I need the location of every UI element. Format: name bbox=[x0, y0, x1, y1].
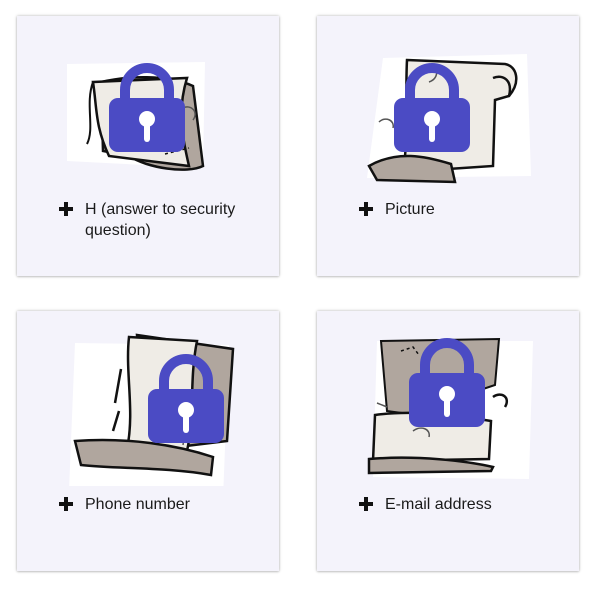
card-email-address[interactable]: E-mail address bbox=[317, 311, 579, 571]
card-security-answer[interactable]: H (answer to security question) bbox=[17, 16, 279, 276]
treasure-map-image bbox=[67, 62, 205, 171]
plus-icon bbox=[359, 202, 373, 216]
card-label-text: H (answer to security question) bbox=[85, 201, 236, 239]
card-phone-number[interactable]: Phone number bbox=[17, 311, 279, 571]
card-label-text: Phone number bbox=[85, 496, 190, 513]
card-label-text: E-mail address bbox=[385, 496, 492, 513]
plus-icon bbox=[59, 202, 73, 216]
card-label-text: Picture bbox=[385, 201, 435, 218]
treasure-map-image bbox=[367, 337, 533, 479]
card-label: Picture bbox=[359, 199, 569, 220]
plus-icon bbox=[59, 497, 73, 511]
treasure-map-image bbox=[367, 54, 531, 184]
treasure-map-image bbox=[69, 333, 235, 486]
card-picture[interactable]: Picture bbox=[317, 16, 579, 276]
card-label: Phone number bbox=[59, 494, 269, 515]
plus-icon bbox=[359, 497, 373, 511]
card-label: E-mail address bbox=[359, 494, 569, 515]
card-label: H (answer to security question) bbox=[59, 199, 269, 241]
